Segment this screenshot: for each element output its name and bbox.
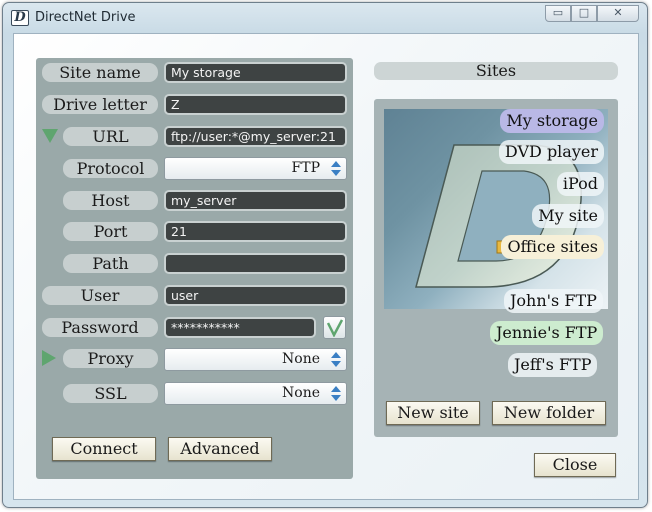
drive-letter-input[interactable]: Z xyxy=(164,94,347,115)
spinner-icon[interactable] xyxy=(329,351,343,368)
protocol-select[interactable]: FTP xyxy=(164,157,347,180)
site-item-johns-ftp[interactable]: John's FTP xyxy=(504,289,603,313)
window-title: DirectNet Drive xyxy=(35,10,136,25)
site-item-dvd-player[interactable]: DVD player xyxy=(498,140,604,164)
port-input[interactable]: 21 xyxy=(164,221,347,242)
port-label: Port xyxy=(63,222,158,241)
connect-button[interactable]: Connect xyxy=(52,437,156,461)
protocol-label: Protocol xyxy=(63,159,158,178)
new-site-button[interactable]: New site xyxy=(386,401,480,425)
verify-password-button[interactable] xyxy=(323,316,346,339)
drive-letter-label: Drive letter xyxy=(42,95,158,114)
host-label: Host xyxy=(63,191,158,210)
site-item-office-sites[interactable]: Office sites xyxy=(501,235,604,259)
site-item-jeffs-ftp[interactable]: Jeff's FTP xyxy=(508,353,598,377)
advanced-button[interactable]: Advanced xyxy=(168,437,272,461)
title-bar[interactable]: D DirectNet Drive ▭ □ ✕ xyxy=(3,3,647,33)
site-name-input[interactable]: My storage xyxy=(164,62,347,83)
site-item-my-storage[interactable]: My storage xyxy=(500,109,604,133)
proxy-value: None xyxy=(282,351,320,367)
proxy-label: Proxy xyxy=(63,349,158,368)
ssl-select[interactable]: None xyxy=(164,382,347,405)
site-name-label: Site name xyxy=(42,63,158,82)
sites-panel: My storage DVD player iPod My site Offic… xyxy=(374,99,618,437)
close-window-button[interactable]: ✕ xyxy=(597,5,639,22)
new-folder-button[interactable]: New folder xyxy=(492,401,606,425)
sites-header: Sites xyxy=(374,62,618,80)
window-controls: ▭ □ ✕ xyxy=(545,5,639,23)
connection-settings-panel: Site name My storage Drive letter Z URL … xyxy=(36,58,353,479)
ssl-value: None xyxy=(282,385,320,401)
main-window: D DirectNet Drive ▭ □ ✕ Site name My sto… xyxy=(2,2,648,508)
host-input[interactable]: my_server xyxy=(164,190,347,211)
path-input[interactable] xyxy=(164,253,347,274)
site-item-jennies-ftp[interactable]: Jennie's FTP xyxy=(490,321,604,345)
checkmark-icon xyxy=(327,319,343,337)
expand-proxy-icon[interactable] xyxy=(42,350,56,366)
site-item-ipod[interactable]: iPod xyxy=(556,172,604,196)
spinner-icon[interactable] xyxy=(329,160,343,177)
user-input[interactable]: user xyxy=(164,285,347,306)
password-label: Password xyxy=(42,318,158,337)
user-label: User xyxy=(42,286,158,305)
spinner-icon[interactable] xyxy=(329,385,343,402)
password-input[interactable]: *********** xyxy=(164,317,316,338)
dialog-body: Site name My storage Drive letter Z URL … xyxy=(13,33,639,500)
path-label: Path xyxy=(63,254,158,273)
url-label: URL xyxy=(63,127,158,146)
protocol-value: FTP xyxy=(291,160,320,176)
url-input[interactable]: ftp://user:*@my_server:21 xyxy=(164,126,347,147)
close-button[interactable]: Close xyxy=(534,453,616,477)
app-icon: D xyxy=(11,10,29,26)
maximize-button[interactable]: □ xyxy=(571,5,597,22)
minimize-button[interactable]: ▭ xyxy=(545,5,571,22)
ssl-label: SSL xyxy=(63,384,158,403)
sites-list[interactable]: My storage DVD player iPod My site Offic… xyxy=(384,109,608,309)
site-item-my-site[interactable]: My site xyxy=(532,204,604,228)
expand-url-icon[interactable] xyxy=(42,129,58,143)
proxy-select[interactable]: None xyxy=(164,348,347,371)
